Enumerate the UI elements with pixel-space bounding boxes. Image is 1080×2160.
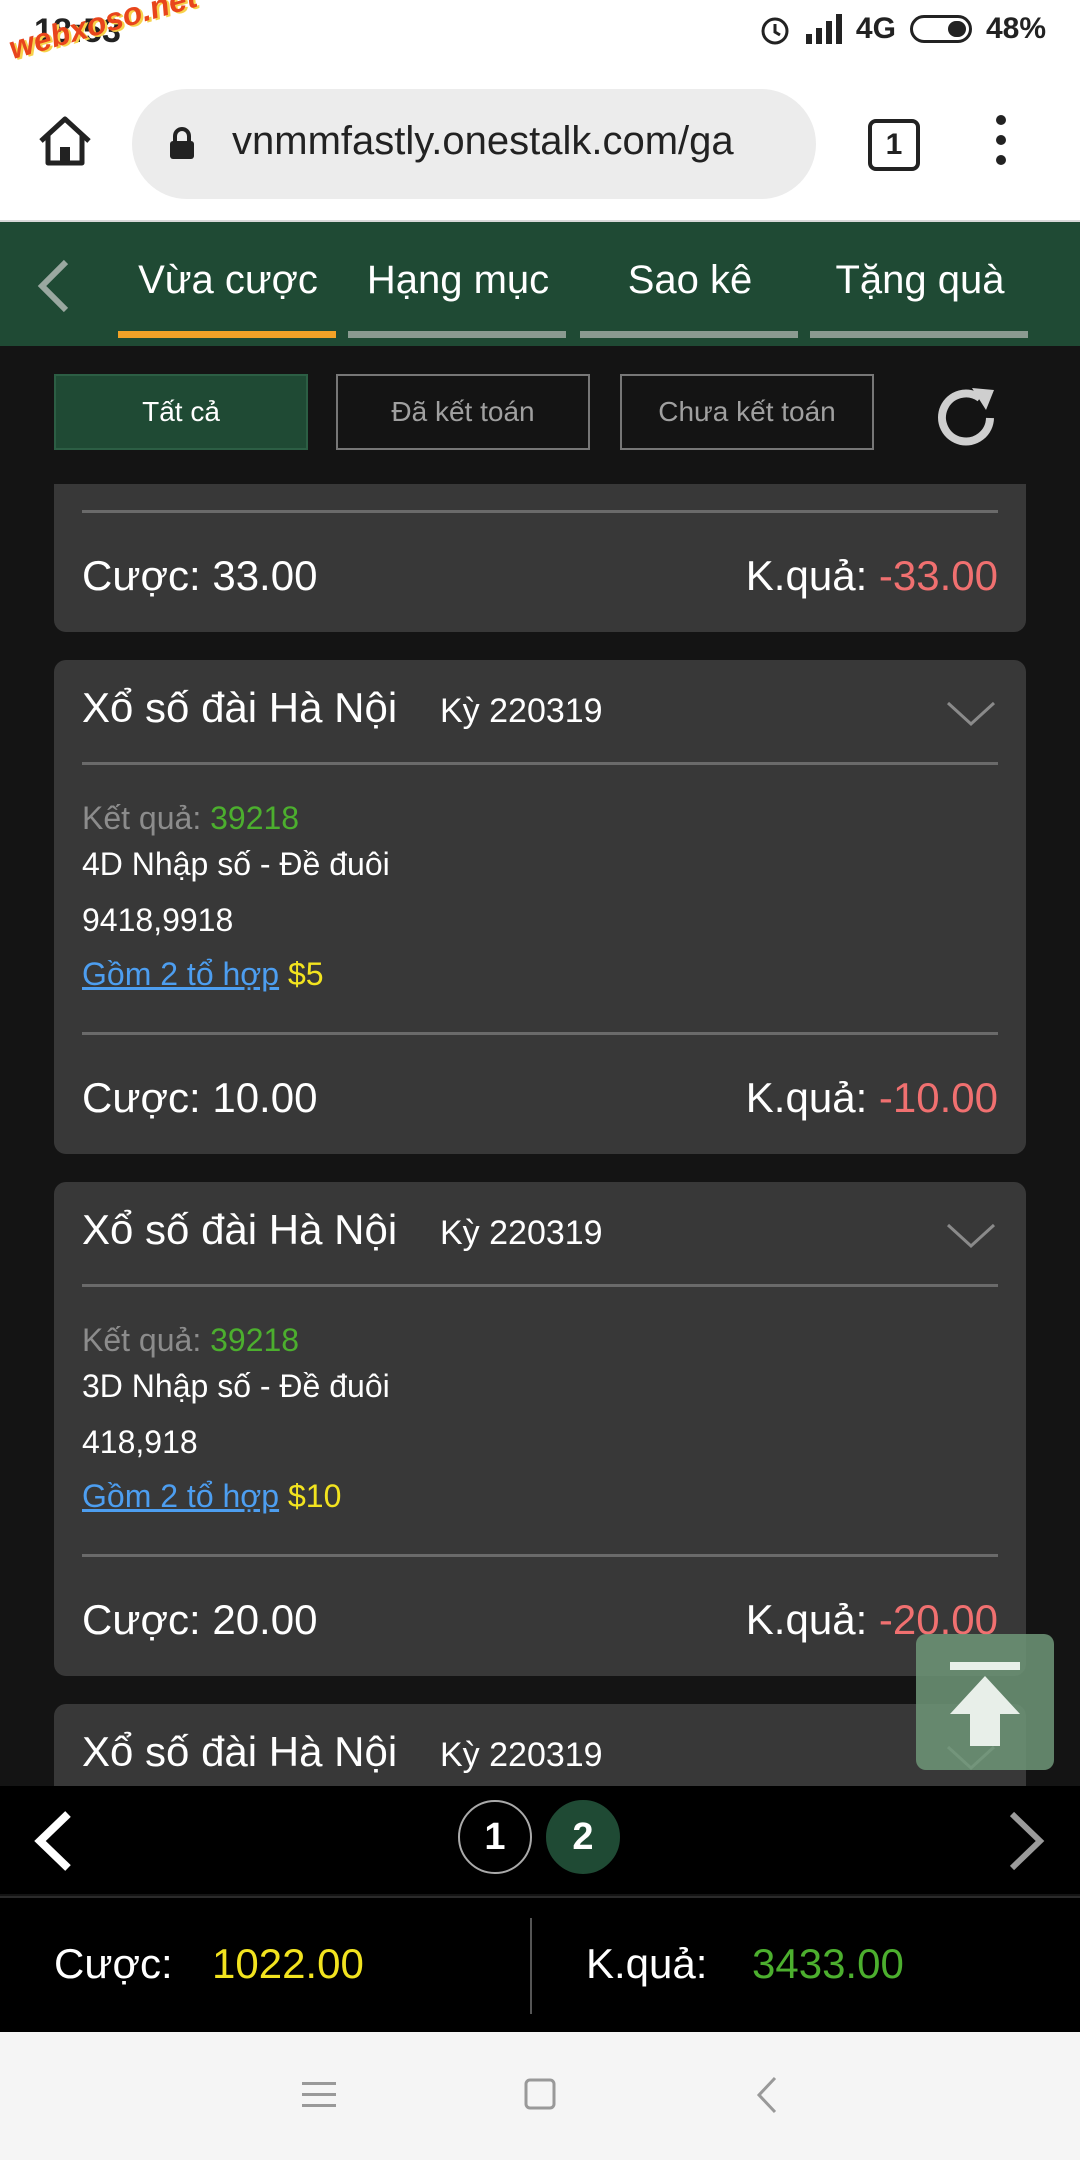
bet-numbers: 418,918 bbox=[82, 1424, 198, 1460]
battery-icon bbox=[909, 15, 972, 43]
prev-page-icon[interactable] bbox=[30, 1810, 76, 1872]
bet-type: 3D Nhập số - Đề đuôi bbox=[82, 1368, 390, 1404]
watermark-logo: webxoso.net bbox=[4, 0, 201, 67]
tab-gifts[interactable]: Tặng quà bbox=[810, 222, 1030, 346]
page-2-button[interactable]: 2 bbox=[546, 1800, 620, 1874]
signal-icon bbox=[805, 14, 842, 44]
card-title: Xổ số đài Hà Nội bbox=[82, 1728, 398, 1775]
network-type: 4G bbox=[855, 12, 896, 45]
chevron-down-icon[interactable] bbox=[946, 1222, 996, 1250]
next-page-icon[interactable] bbox=[1004, 1810, 1050, 1872]
tab-recent-bets[interactable]: Vừa cược bbox=[118, 222, 338, 346]
result-line: Kết quả: 39218 bbox=[82, 1322, 300, 1358]
result-line: Kết quả: 39218 bbox=[82, 800, 300, 836]
filter-unsettled-button[interactable]: Chưa kết toán bbox=[620, 374, 874, 450]
browser-toolbar: vnmmfastly.onestalk.com/ga 1 bbox=[0, 75, 1080, 222]
bet-amount: Cược: 10.00 bbox=[82, 1074, 318, 1121]
status-icons: 4G 48% bbox=[758, 12, 1046, 46]
back-nav-icon[interactable] bbox=[756, 2076, 778, 2114]
home-square-icon[interactable] bbox=[524, 2078, 556, 2110]
status-bar: 18:53 webxoso.net 4G 48% bbox=[0, 0, 1080, 75]
combo-line: Gồm 2 tổ hợp $5 bbox=[82, 956, 324, 992]
card-title: Xổ số đài Hà Nội bbox=[82, 684, 398, 731]
bet-card: Xổ số đài Hà Nội Kỳ 220319 Kết quả: 3921… bbox=[54, 1182, 1026, 1676]
bet-card: Xổ số đài Hà Nội Kỳ 220319 bbox=[54, 1704, 1026, 1786]
bet-outcome: K.quả: -33.00 bbox=[745, 552, 998, 599]
bet-numbers: 9418,9918 bbox=[82, 902, 234, 938]
bet-card: Cược: 33.00 K.quả: -33.00 bbox=[54, 484, 1026, 632]
combo-link[interactable]: Gồm 2 tổ hợp bbox=[82, 956, 279, 992]
chevron-down-icon[interactable] bbox=[946, 700, 996, 728]
card-period: Kỳ 220319 bbox=[440, 1214, 603, 1252]
total-outcome-value: 3433.00 bbox=[752, 1940, 904, 1987]
system-nav-bar bbox=[0, 2032, 1080, 2160]
more-icon[interactable] bbox=[996, 115, 1006, 175]
back-icon[interactable] bbox=[34, 256, 72, 316]
bet-amount: Cược: 33.00 bbox=[82, 552, 318, 599]
bet-list: Cược: 33.00 K.quả: -33.00 Xổ số đài Hà N… bbox=[0, 484, 1080, 1786]
bet-amount: Cược: 20.00 bbox=[82, 1596, 318, 1643]
bet-outcome: K.quả: -10.00 bbox=[745, 1074, 998, 1121]
bet-card: Xổ số đài Hà Nội Kỳ 220319 Kết quả: 3921… bbox=[54, 660, 1026, 1154]
total-bet-label: Cược: bbox=[54, 1940, 173, 1987]
total-outcome-label: K.quả: bbox=[586, 1940, 708, 1987]
card-period: Kỳ 220319 bbox=[440, 1736, 603, 1774]
refresh-icon[interactable] bbox=[928, 380, 1004, 456]
combo-link[interactable]: Gồm 2 tổ hợp bbox=[82, 1478, 279, 1514]
tab-categories[interactable]: Hạng mục bbox=[348, 222, 568, 346]
tab-statement[interactable]: Sao kê bbox=[580, 222, 800, 346]
total-bet-value: 1022.00 bbox=[212, 1940, 364, 1987]
alarm-icon bbox=[761, 17, 789, 45]
scroll-top-icon bbox=[950, 1662, 1020, 1746]
scroll-top-button[interactable] bbox=[916, 1634, 1054, 1770]
filter-settled-button[interactable]: Đã kết toán bbox=[336, 374, 590, 450]
home-icon[interactable] bbox=[36, 113, 94, 169]
totals-bar: Cược: 1022.00 K.quả: 3433.00 bbox=[0, 1896, 1080, 2034]
lock-icon bbox=[170, 127, 194, 159]
menu-icon[interactable] bbox=[302, 2080, 336, 2110]
page-1-button[interactable]: 1 bbox=[458, 1800, 532, 1874]
card-period: Kỳ 220319 bbox=[440, 692, 603, 730]
bet-type: 4D Nhập số - Đề đuôi bbox=[82, 846, 390, 882]
tabs-icon[interactable]: 1 bbox=[868, 119, 920, 171]
card-title: Xổ số đài Hà Nội bbox=[82, 1206, 398, 1253]
filter-all-button[interactable]: Tất cả bbox=[54, 374, 308, 450]
pagination: 1 2 bbox=[0, 1786, 1080, 1894]
address-bar[interactable]: vnmmfastly.onestalk.com/ga bbox=[132, 89, 816, 199]
combo-line: Gồm 2 tổ hợp $10 bbox=[82, 1478, 342, 1514]
app-tab-bar: Vừa cược Hạng mục Sao kê Tặng quà bbox=[0, 222, 1080, 346]
battery-level: 48% bbox=[985, 12, 1046, 45]
url-text[interactable]: vnmmfastly.onestalk.com/ga bbox=[232, 119, 802, 164]
